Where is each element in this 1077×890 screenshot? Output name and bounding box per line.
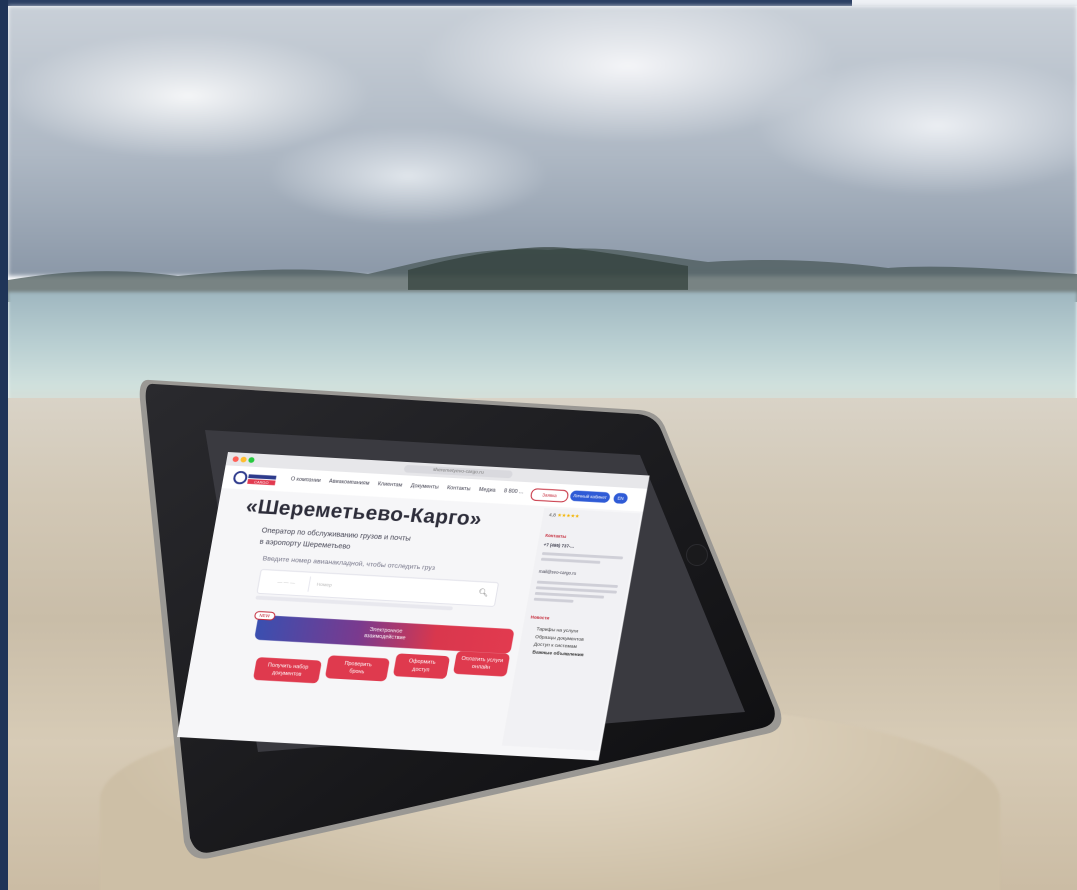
minimize-dot-icon[interactable]	[240, 456, 248, 463]
tablet-screen: sheremetyevo-cargo.ru CARGO О компании А…	[177, 452, 650, 761]
rating: 4,8 ★★★★★	[548, 512, 579, 519]
contacts-heading: Контакты	[544, 533, 567, 539]
awb-number-field[interactable]: Номер	[315, 577, 333, 593]
star-rating-icon: ★★★★★	[556, 512, 580, 520]
action-button[interactable]: Получить набор документов	[252, 657, 322, 684]
home-button	[686, 544, 708, 566]
request-button[interactable]: Заявка	[529, 488, 570, 503]
banner-text-line: взаимодействие	[363, 633, 406, 642]
text-placeholder	[540, 557, 601, 564]
new-badge: NEW	[253, 610, 276, 621]
maximize-dot-icon[interactable]	[247, 457, 255, 464]
logo-text: CARGO	[254, 479, 269, 485]
action-button[interactable]: Оплатить услуги онлайн	[452, 650, 511, 677]
nav-item[interactable]: Авиакомпаниям	[329, 479, 370, 487]
news-heading: Новости	[530, 614, 550, 621]
language-button[interactable]: EN	[612, 492, 629, 504]
nav-item[interactable]: Медиа	[478, 487, 496, 494]
rating-value: 4,8	[548, 512, 557, 519]
sidebar-link[interactable]: Важные объявления	[532, 649, 584, 658]
sidebar-link[interactable]: Тарифы на услуги	[536, 627, 579, 635]
close-dot-icon[interactable]	[232, 456, 240, 463]
banner-text: Электронное взаимодействие	[363, 627, 407, 643]
nav-item[interactable]: Документы	[410, 483, 439, 490]
promo-banner[interactable]: NEW Электронное взаимодействие	[253, 610, 515, 654]
text-placeholder	[533, 597, 574, 603]
nav-item[interactable]: Контакты	[446, 485, 470, 492]
action-button[interactable]: Проверить бронь	[324, 655, 390, 682]
search-icon[interactable]: 🔍︎	[478, 588, 490, 597]
awb-prefix-field[interactable]: — — —	[262, 573, 312, 592]
hero-subtitle: Оператор по обслуживанию грузов и почты …	[259, 525, 480, 560]
nav-item[interactable]: О компании	[290, 477, 321, 484]
contact-phone[interactable]: +7 (495) 737-...	[543, 543, 631, 554]
action-button[interactable]: Оформить доступ	[392, 653, 451, 680]
nav-item[interactable]: Клиентам	[377, 481, 403, 488]
sidebar-link[interactable]: Доступ к системам	[533, 642, 577, 650]
nav-phone[interactable]: 8 800 ...	[503, 489, 524, 496]
site-logo[interactable]: CARGO	[232, 470, 278, 487]
main-nav: О компании Авиакомпаниям Клиентам Докуме…	[290, 477, 531, 496]
account-button[interactable]: Личный кабинет	[569, 490, 611, 504]
contact-email[interactable]: mail@svo-cargo.ru	[538, 569, 626, 580]
